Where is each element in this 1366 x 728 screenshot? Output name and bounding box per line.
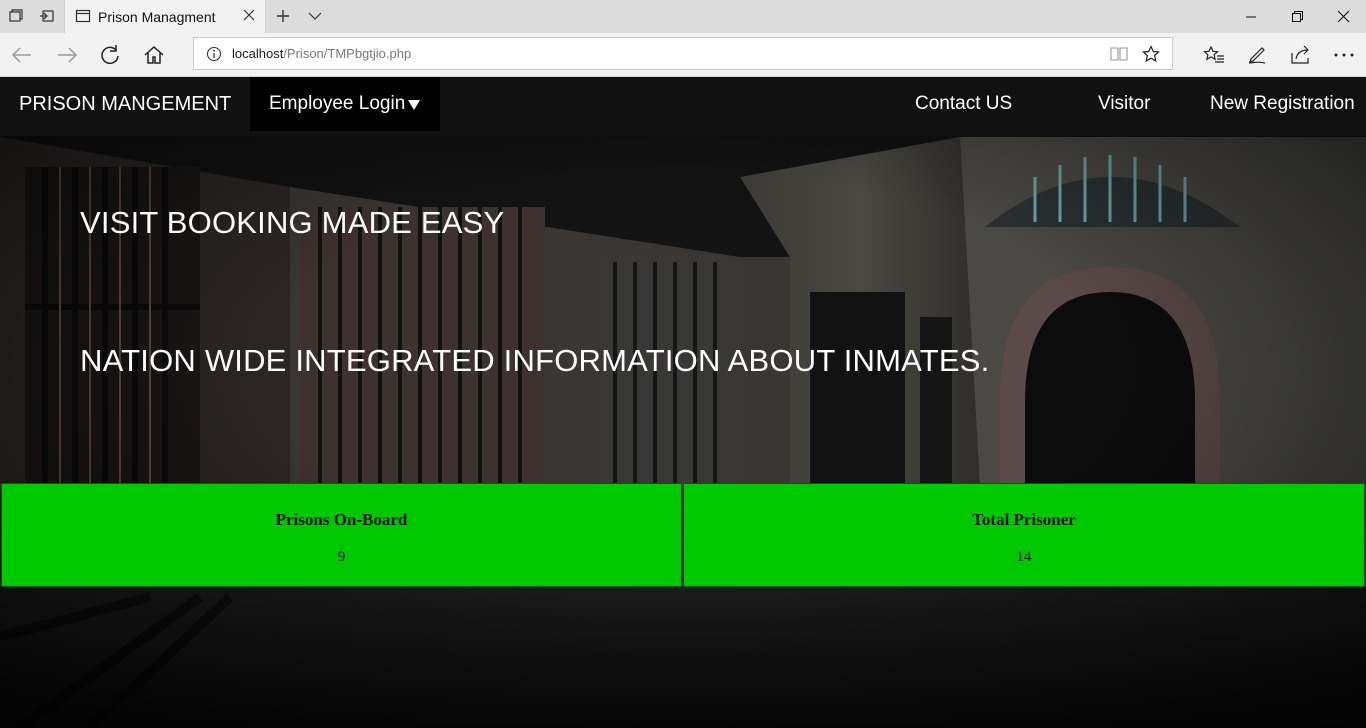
contact-us-link[interactable]: Contact US [915, 93, 1012, 115]
active-tab[interactable]: Prison Managment [64, 0, 266, 33]
browser-tab-bar: Prison Managment [0, 0, 1366, 33]
web-page: PRISON MANGEMENT Employee Login Contact … [0, 77, 1366, 728]
back-button[interactable] [8, 41, 36, 69]
stat-label: Total Prisoner [972, 510, 1076, 529]
favorite-star-icon[interactable] [1142, 45, 1160, 63]
stat-label: Prisons On-Board [275, 510, 408, 529]
top-navigation-bar: PRISON MANGEMENT Employee Login Contact … [0, 77, 1366, 136]
favorites-hub-icon[interactable] [1200, 41, 1228, 69]
home-button[interactable] [140, 41, 168, 69]
hero-headline-nationwide-info: NATION WIDE INTEGRATED INFORMATION ABOUT… [80, 343, 990, 378]
employee-login-dropdown[interactable]: Employee Login [250, 77, 440, 131]
refresh-button[interactable] [96, 41, 124, 69]
tab-preview-chevron-icon[interactable] [307, 8, 323, 24]
visitor-link[interactable]: Visitor [1098, 93, 1150, 115]
address-toolbar: localhost/Prison/TMPbgtjio.php [0, 33, 1366, 77]
new-registration-link[interactable]: New Registration [1210, 93, 1355, 115]
forward-button[interactable] [53, 41, 81, 69]
brand-logo-text[interactable]: PRISON MANGEMENT [19, 93, 231, 116]
url-text: localhost/Prison/TMPbgtjio.php [232, 46, 412, 61]
minimize-button[interactable] [1228, 0, 1274, 33]
new-tab-icon[interactable] [275, 8, 291, 24]
tab-title: Prison Managment [98, 9, 216, 25]
close-window-button[interactable] [1320, 0, 1366, 33]
reading-view-icon[interactable] [1110, 46, 1128, 62]
more-options-icon[interactable] [1330, 41, 1358, 69]
restore-button[interactable] [1274, 0, 1320, 33]
site-info-icon[interactable] [206, 46, 222, 62]
close-tab-icon[interactable] [241, 7, 257, 23]
tab-list-icon[interactable] [8, 8, 24, 24]
prison-corridor-background-image [0, 77, 1366, 728]
address-bar[interactable]: localhost/Prison/TMPbgtjio.php [193, 37, 1173, 70]
page-icon [75, 8, 91, 24]
total-prisoner-card: Total Prisoner 14 [683, 483, 1365, 587]
set-tabs-aside-icon[interactable] [39, 8, 55, 24]
caret-down-icon [407, 99, 421, 111]
notes-pen-icon[interactable] [1243, 41, 1271, 69]
prisons-onboard-card: Prisons On-Board 9 [1, 483, 682, 587]
hero-headline-visit-booking: VISIT BOOKING MADE EASY [80, 205, 505, 240]
stat-value: 14 [1016, 549, 1032, 565]
employee-login-label: Employee Login [269, 93, 406, 114]
stat-value: 9 [337, 549, 346, 565]
share-icon[interactable] [1286, 41, 1314, 69]
